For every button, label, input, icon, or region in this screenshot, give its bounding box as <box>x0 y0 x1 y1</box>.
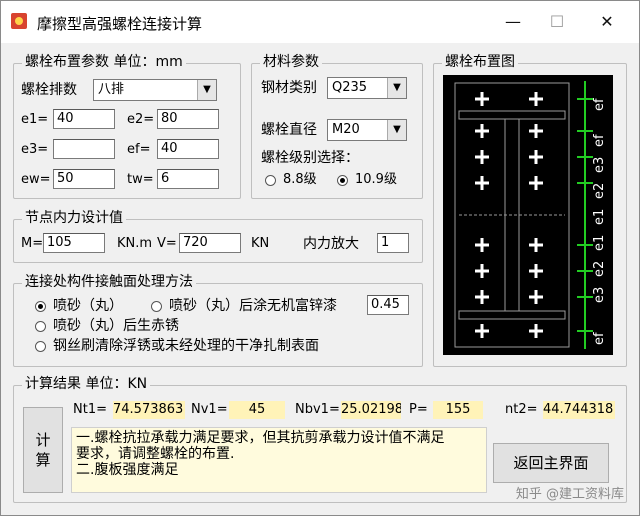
dim-label-ef: ef <box>592 332 607 345</box>
steel-select-value: Q235 <box>332 80 368 95</box>
watermark: 知乎 @建工资料库 <box>515 487 624 502</box>
grade-8-8-radio[interactable] <box>265 175 276 186</box>
e1-label: e1= <box>21 112 49 127</box>
close-button[interactable]: ✕ <box>587 9 627 35</box>
chevron-down-icon[interactable]: ▼ <box>387 120 406 140</box>
app-window: 摩擦型高强螺栓连接计算 — ☐ ✕ 螺栓布置参数 单位：mm 螺栓排数 八排 ▼… <box>0 0 640 516</box>
nv1-value: 45 <box>229 401 285 419</box>
calculate-button[interactable]: 计 算 <box>23 407 63 493</box>
grade-8-8-label: 8.8级 <box>283 172 317 187</box>
ew-label: ew= <box>21 172 51 187</box>
p-value: 155 <box>433 401 483 419</box>
v-input[interactable]: 720 <box>179 233 241 253</box>
surface-option-4-label: 钢丝刷清除浮锈或未经处理的干净扎制表面 <box>53 338 319 354</box>
ef-label: ef= <box>127 142 151 157</box>
surface-option-2-radio[interactable] <box>151 301 162 312</box>
diameter-select[interactable]: M20 ▼ <box>327 119 407 141</box>
tw-input[interactable]: 6 <box>157 169 219 189</box>
m-input[interactable]: 105 <box>43 233 105 253</box>
result-message-line-3: 二.腹板强度满足 <box>76 462 179 478</box>
chevron-down-icon[interactable]: ▼ <box>197 80 216 100</box>
nt1-value: 74.573863 <box>113 401 185 419</box>
steel-label: 钢材类别 <box>261 80 317 96</box>
p-label: P= <box>409 402 428 417</box>
dim-label-ef: ef <box>592 134 607 147</box>
e3-label: e3= <box>21 142 49 157</box>
v-label: V= <box>157 236 177 251</box>
surface-option-3-radio[interactable] <box>35 321 46 332</box>
dim-label-e3: e3 <box>592 287 607 303</box>
e2-input[interactable]: 80 <box>157 109 219 129</box>
dim-top-label: ef <box>592 98 607 111</box>
rows-label: 螺栓排数 <box>21 82 77 98</box>
dim-label-e2: e2 <box>592 261 607 277</box>
back-to-main-button[interactable]: 返回主界面 <box>493 443 609 483</box>
grade-10-9-label: 10.9级 <box>355 172 397 187</box>
rows-select[interactable]: 八排 ▼ <box>93 79 217 101</box>
v-unit: KN <box>251 236 270 251</box>
tw-label: tw= <box>127 172 154 187</box>
surface-option-1-radio[interactable] <box>35 301 46 312</box>
nt2-label: nt2= <box>505 402 538 417</box>
surface-option-1-label: 喷砂（丸） <box>53 298 123 314</box>
diameter-select-value: M20 <box>332 122 360 137</box>
surface-option-4-radio[interactable] <box>35 341 46 352</box>
nt1-label: Nt1= <box>73 402 107 417</box>
nbv1-label: Nbv1= <box>295 402 340 417</box>
nbv1-value: 25.021980 <box>341 401 401 419</box>
nt2-value: 44.744318 <box>543 401 615 419</box>
surface-option-3-label: 喷砂（丸）后生赤锈 <box>53 318 179 334</box>
nv1-label: Nv1= <box>191 402 228 417</box>
dim-label-e1: e1 <box>592 235 607 251</box>
maximize-button[interactable]: ☐ <box>537 9 577 35</box>
rows-select-value: 八排 <box>98 82 125 97</box>
bolt-layout-diagram: ef ef e3 e2 e1 e1 e2 e3 ef <box>443 75 613 355</box>
m-unit: KN.m <box>117 236 153 251</box>
result-message-line-1: 一.螺栓抗拉承载力满足要求，但其抗剪承载力设计值不满足 <box>76 430 445 446</box>
e2-label: e2= <box>127 112 155 127</box>
e3-input[interactable] <box>53 139 115 159</box>
dim-label-e1: e1 <box>592 209 607 225</box>
amplify-input[interactable]: 1 <box>377 233 409 253</box>
app-icon <box>11 13 27 29</box>
grade-label: 螺栓级别选择： <box>261 150 359 166</box>
result-message-line-2: 要求，请调整螺栓的布置. <box>76 446 235 462</box>
diagram-title: 螺栓布置图 <box>442 53 518 71</box>
title-bar: 摩擦型高强螺栓连接计算 — ☐ ✕ <box>1 1 639 43</box>
surface-option-2-label: 喷砂（丸）后涂无机富锌漆 <box>169 298 337 314</box>
ew-input[interactable]: 50 <box>53 169 115 189</box>
chevron-down-icon[interactable]: ▼ <box>387 78 406 98</box>
result-message: 一.螺栓抗拉承载力满足要求，但其抗剪承载力设计值不满足 要求，请调整螺栓的布置.… <box>71 427 487 493</box>
window-title: 摩擦型高强螺栓连接计算 <box>37 15 203 33</box>
surface-title: 连接处构件接触面处理方法 <box>22 273 196 291</box>
grade-10-9-radio[interactable] <box>337 175 348 186</box>
dim-label-e3: e3 <box>592 157 607 173</box>
ef-input[interactable]: 40 <box>157 139 219 159</box>
dim-label-e2: e2 <box>592 183 607 199</box>
friction-coefficient-input[interactable]: 0.45 <box>367 295 409 315</box>
result-title: 计算结果 单位：KN <box>22 375 151 393</box>
amplify-label: 内力放大 <box>303 236 359 252</box>
material-title: 材料参数 <box>260 53 322 71</box>
e1-input[interactable]: 40 <box>53 109 115 129</box>
force-title: 节点内力设计值 <box>22 209 126 227</box>
minimize-button[interactable]: — <box>493 9 533 35</box>
diameter-label: 螺栓直径 <box>261 122 317 138</box>
m-label: M= <box>21 236 44 251</box>
steel-select[interactable]: Q235 ▼ <box>327 77 407 99</box>
bolt-layout-title: 螺栓布置参数 单位：mm <box>22 53 186 71</box>
